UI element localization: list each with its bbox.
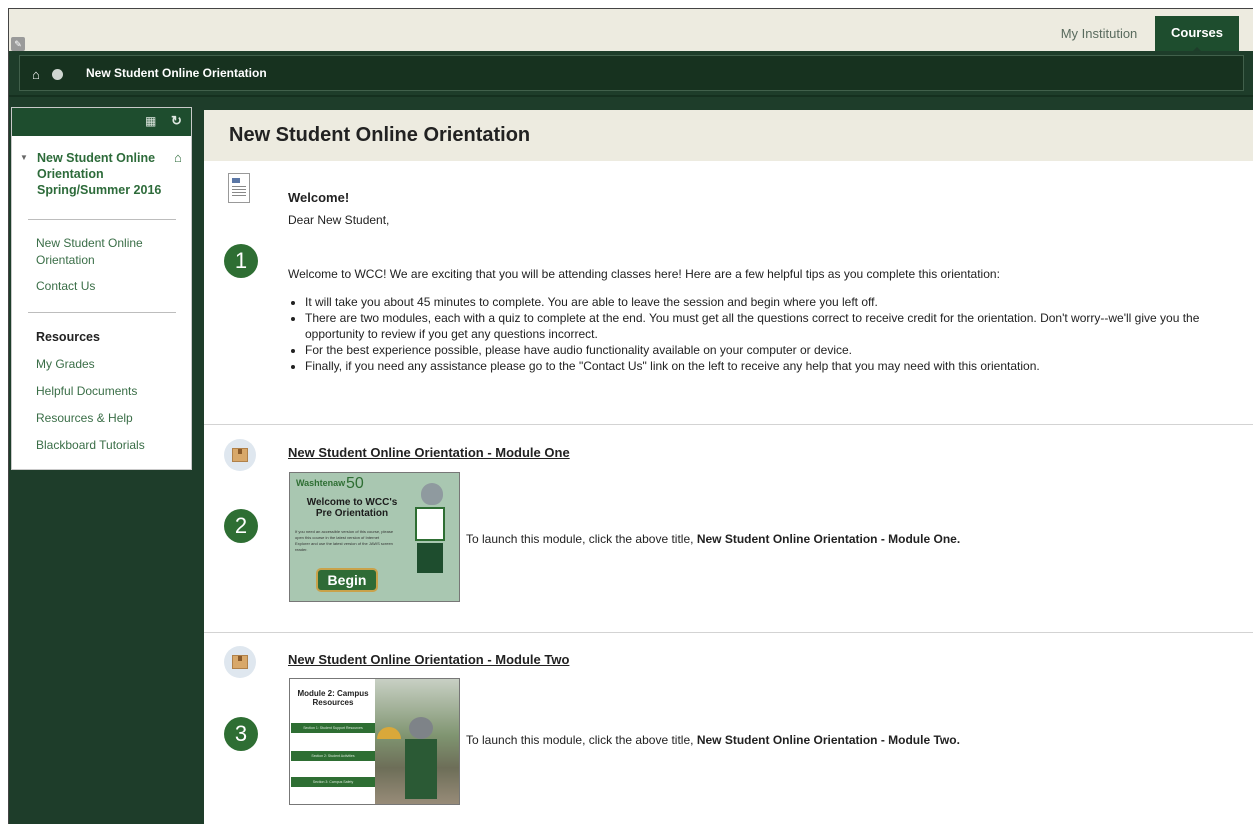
launch-bold-text: New Student Online Orientation - Module … — [696, 733, 960, 747]
top-nav-bar: ✎ My Institution Courses — [9, 9, 1253, 53]
thumb-brand-number: 50 — [346, 475, 364, 492]
thumb-welcome-text: Welcome to WCC's Pre Orientation — [306, 497, 398, 519]
welcome-title: Welcome! — [288, 190, 350, 205]
item-divider — [204, 632, 1253, 633]
app-frame: ✎ My Institution Courses ⌂ New Student O… — [8, 8, 1253, 824]
tab-courses[interactable]: Courses — [1155, 16, 1239, 53]
module-two-instructions: To launch this module, click the above t… — [466, 733, 960, 747]
home-icon[interactable]: ⌂ — [32, 67, 40, 82]
welcome-greeting: Dear New Student, — [288, 213, 390, 227]
module-package-icon — [224, 646, 256, 678]
step-badge-2: 2 — [224, 509, 258, 543]
module-two-link[interactable]: New Student Online Orientation - Module … — [288, 652, 569, 667]
breadcrumb-course-title[interactable]: New Student Online Orientation — [86, 66, 267, 80]
module-one-instructions: To launch this module, click the above t… — [466, 532, 960, 546]
refresh-icon[interactable]: ↻ — [171, 113, 182, 129]
breadcrumb: ⌂ New Student Online Orientation — [19, 55, 1244, 91]
step-badge-3: 3 — [224, 717, 258, 751]
menu-link-resources-help[interactable]: Resources & Help — [36, 410, 176, 427]
thumb-brand: Washtenaw — [296, 478, 346, 488]
menu-link-my-grades[interactable]: My Grades — [36, 356, 176, 373]
module-two-thumbnail[interactable]: Module 2: Campus Resources Section 1: St… — [289, 678, 460, 805]
document-icon — [228, 173, 250, 203]
list-item: For the best experience possible, please… — [305, 342, 1250, 358]
menu-divider — [28, 312, 176, 313]
welcome-intro: Welcome to WCC! We are exciting that you… — [288, 267, 1000, 281]
menu-link-helpful-documents[interactable]: Helpful Documents — [36, 383, 176, 400]
content-header: New Student Online Orientation — [204, 110, 1253, 161]
launch-bold-text: New Student Online Orientation - Module … — [696, 532, 961, 546]
launch-text: To launch this module, click the above t… — [466, 733, 694, 747]
menu-divider — [28, 219, 176, 220]
module-one-thumbnail[interactable]: Washtenaw 50 Welcome to WCC's Pre Orient… — [289, 472, 460, 602]
begin-button[interactable]: Begin — [316, 568, 378, 592]
course-menu: ▦ ↻ ▼ New Student Online Orientation Spr… — [11, 107, 192, 470]
status-dot-icon[interactable] — [52, 69, 63, 80]
list-item: There are two modules, each with a quiz … — [305, 310, 1250, 342]
pin-icon[interactable]: ✎ — [11, 37, 25, 51]
item-divider — [204, 424, 1253, 425]
menu-link-orientation[interactable]: New Student Online Orientation — [36, 235, 176, 269]
thumb-section-bar: Section 2: Student Activities — [291, 751, 375, 761]
folder-view-icon[interactable]: ▦ — [145, 114, 156, 128]
tab-courses-label: Courses — [1170, 25, 1224, 40]
launch-text: To launch this module, click the above t… — [466, 532, 694, 546]
content-area: New Student Online Orientation 1 Welcome… — [204, 110, 1253, 824]
module-package-icon — [224, 439, 256, 471]
menu-link-contact-us[interactable]: Contact Us — [36, 278, 176, 295]
step-badge-1: 1 — [224, 244, 258, 278]
thumb-fine-print: If you need an accessible version of thi… — [295, 529, 394, 552]
tab-my-institution[interactable]: My Institution — [1045, 19, 1153, 51]
course-home-icon[interactable]: ⌂ — [174, 150, 182, 165]
list-item: Finally, if you need any assistance plea… — [305, 358, 1250, 374]
module-one-link[interactable]: New Student Online Orientation - Module … — [288, 445, 570, 460]
course-menu-title[interactable]: New Student Online Orientation Spring/Su… — [37, 150, 172, 198]
menu-heading-resources: Resources — [36, 330, 100, 344]
thumb-section-bar: Section 3: Campus Safety — [291, 777, 375, 787]
thumb-section-bar: Section 1: Student Support Resources — [291, 723, 375, 733]
tips-list: It will take you about 45 minutes to com… — [305, 294, 1250, 374]
list-item: It will take you about 45 minutes to com… — [305, 294, 1250, 310]
collapse-arrow-icon[interactable]: ▼ — [20, 153, 28, 162]
breadcrumb-bar: ⌂ New Student Online Orientation — [9, 51, 1253, 97]
menu-link-blackboard-tutorials[interactable]: Blackboard Tutorials — [36, 437, 176, 454]
course-menu-toolbar: ▦ ↻ — [12, 108, 191, 136]
page-title: New Student Online Orientation — [229, 124, 531, 146]
thumb-module-heading: Module 2: Campus Resources — [297, 689, 369, 707]
mascot-photo — [375, 679, 459, 804]
